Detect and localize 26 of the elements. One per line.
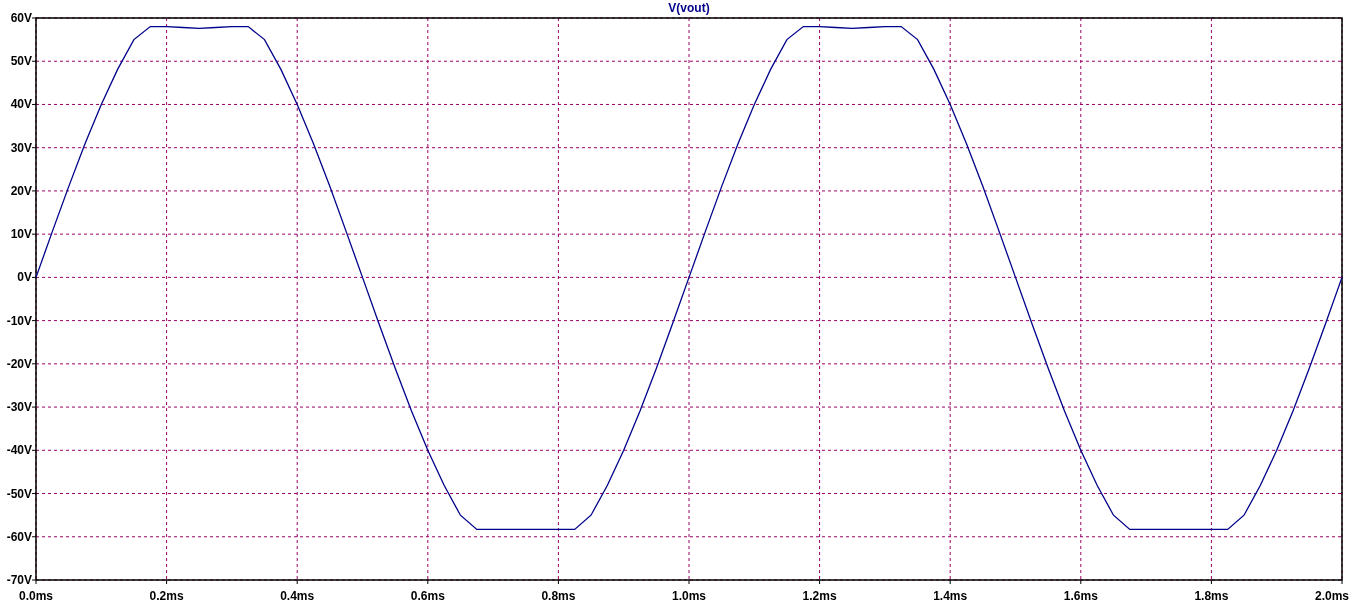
y-tick-label: -10V: [6, 313, 32, 328]
y-tick-label: 10V: [10, 227, 32, 242]
y-tick-label: -30V: [6, 400, 32, 415]
x-tick-label: 0.0ms: [19, 589, 53, 603]
x-tick-label: 1.8ms: [1194, 589, 1229, 603]
x-tick-label: 1.2ms: [802, 589, 837, 603]
y-tick-label: -40V: [6, 443, 32, 458]
x-tick-label: 0.6ms: [410, 589, 445, 603]
y-tick-label: -50V: [6, 486, 32, 501]
y-tick-label: 60V: [10, 11, 32, 25]
y-tick-label: 0V: [17, 270, 32, 285]
y-tick-label: 40V: [10, 97, 32, 112]
y-tick-label: 20V: [10, 183, 32, 198]
x-tick-label: 1.0ms: [672, 589, 706, 603]
x-tick-label: 0.2ms: [149, 589, 184, 603]
x-tick-label: 0.4ms: [280, 589, 315, 603]
y-tick-label: -60V: [6, 529, 32, 544]
x-tick-label: 2.0ms: [1315, 589, 1349, 603]
x-tick-label: 0.8ms: [541, 589, 576, 603]
y-tick-label: -70V: [6, 573, 32, 587]
trace-label[interactable]: V(vout): [668, 1, 710, 15]
x-tick-label: 1.4ms: [933, 589, 968, 603]
y-tick-label: -20V: [6, 356, 32, 371]
y-tick-label: 50V: [10, 54, 32, 69]
y-tick-label: 30V: [10, 140, 32, 155]
x-tick-label: 1.6ms: [1063, 589, 1098, 603]
